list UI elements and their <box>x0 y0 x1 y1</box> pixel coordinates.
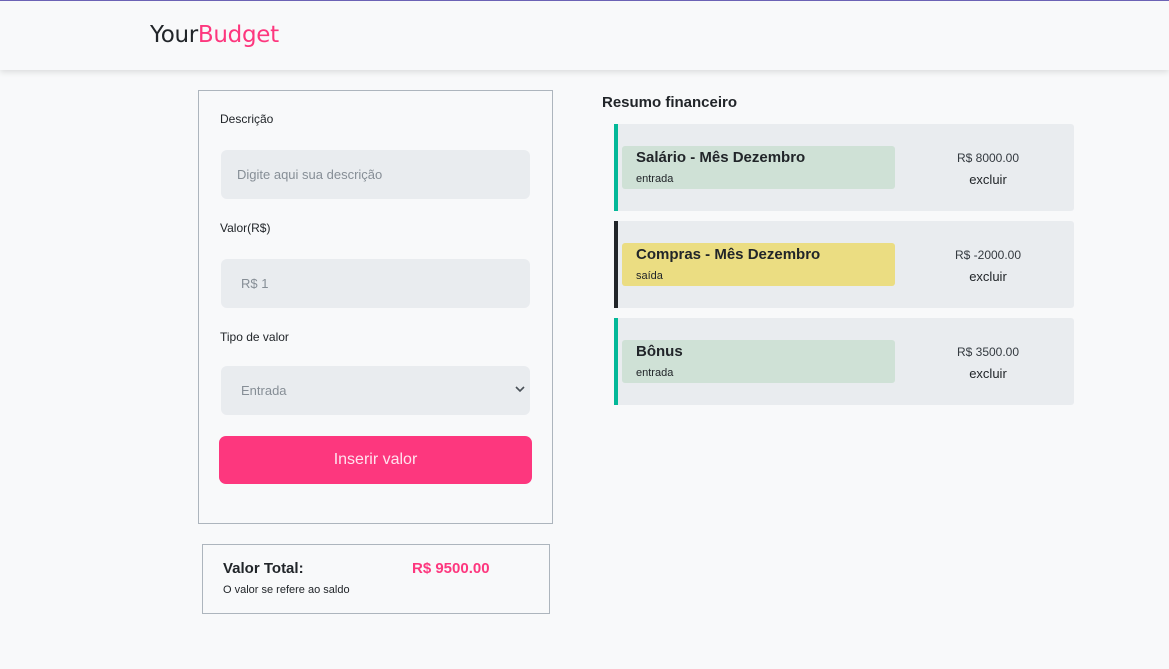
delete-button[interactable]: excluir <box>918 269 1058 284</box>
entry-info: Bônus entrada <box>622 340 895 383</box>
entry-amount: R$ 8000.00 <box>956 151 1020 165</box>
brand-name-part2: Budget <box>197 22 279 48</box>
entry-amount: R$ 3500.00 <box>956 345 1020 359</box>
total-label: Valor Total: <box>223 560 304 577</box>
entry-title: Compras - Mês Dezembro <box>636 246 821 263</box>
entry-amount: R$ -2000.00 <box>954 248 1022 262</box>
total-card: Valor Total: R$ 9500.00 O valor se refer… <box>202 544 550 614</box>
list-item: Salário - Mês Dezembro entrada R$ 8000.0… <box>614 124 1074 211</box>
entry-form: Descrição Digite aqui sua descrição Valo… <box>198 90 553 524</box>
list-item: Compras - Mês Dezembro saída R$ -2000.00… <box>614 221 1074 308</box>
description-input[interactable]: Digite aqui sua descrição <box>221 150 530 199</box>
entry-type: entrada <box>636 173 674 185</box>
type-select[interactable]: Entrada <box>221 366 530 415</box>
brand-logo[interactable]: YourBudget <box>150 22 279 48</box>
value-input[interactable]: R$ 1 <box>221 259 530 308</box>
list-item: Bônus entrada R$ 3500.00 excluir <box>614 318 1074 405</box>
delete-button[interactable]: excluir <box>918 366 1058 381</box>
entry-type: entrada <box>636 367 674 379</box>
app-header: YourBudget <box>0 0 1169 70</box>
entry-info: Salário - Mês Dezembro entrada <box>622 146 895 189</box>
description-label: Descrição <box>220 112 274 126</box>
total-note: O valor se refere ao saldo <box>223 584 350 596</box>
entry-title: Bônus <box>636 343 683 360</box>
brand-name-part1: Your <box>150 22 198 48</box>
value-label: Valor(R$) <box>220 221 271 235</box>
chevron-down-icon <box>515 386 525 393</box>
entry-type: saída <box>636 270 663 282</box>
delete-button[interactable]: excluir <box>918 172 1058 187</box>
type-select-value: Entrada <box>241 383 287 398</box>
summary-title: Resumo financeiro <box>602 94 738 111</box>
entry-title: Salário - Mês Dezembro <box>636 149 806 166</box>
type-label: Tipo de valor <box>220 330 289 344</box>
entry-info: Compras - Mês Dezembro saída <box>622 243 895 286</box>
insert-value-button[interactable]: Inserir valor <box>219 436 532 484</box>
total-value: R$ 9500.00 <box>412 560 490 577</box>
